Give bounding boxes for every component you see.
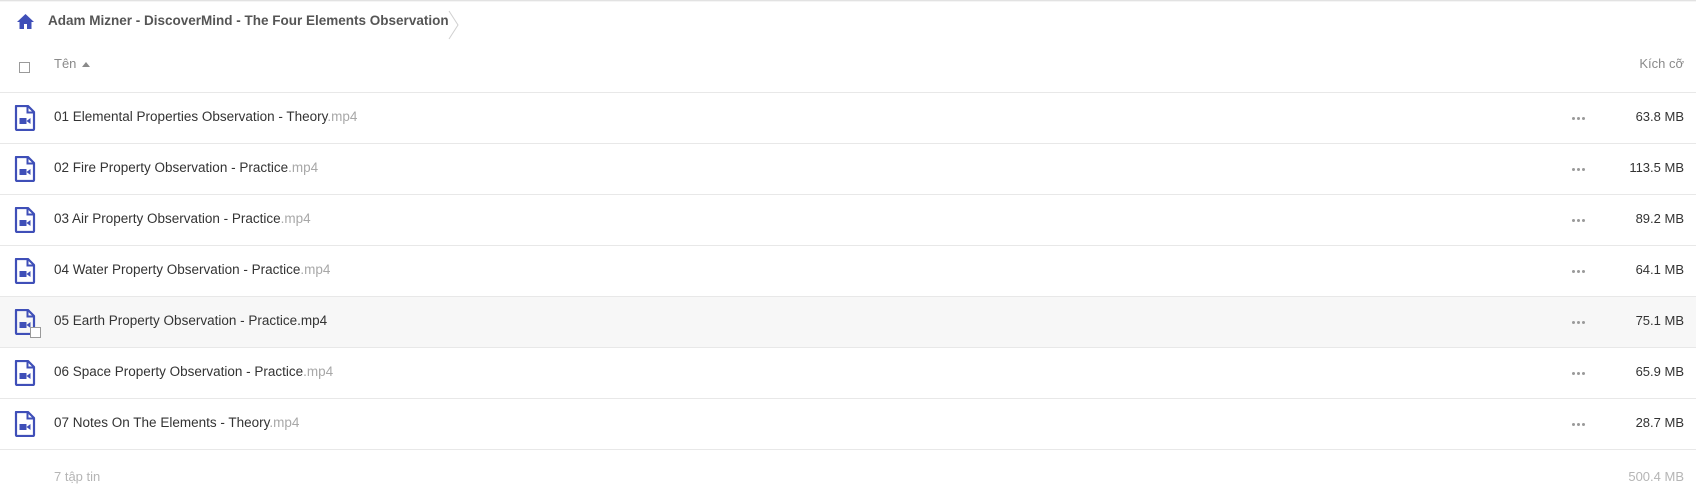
sort-ascending-icon — [82, 61, 91, 67]
file-row[interactable]: 02 Fire Property Observation - Practice.… — [0, 144, 1696, 195]
more-options-icon[interactable] — [1567, 162, 1589, 176]
home-icon[interactable] — [16, 13, 35, 30]
more-options-icon[interactable] — [1567, 111, 1589, 125]
file-size: 28.7 MB — [1635, 415, 1684, 430]
more-options-icon[interactable] — [1567, 417, 1589, 431]
column-header-name-label: Tên — [54, 56, 77, 71]
file-list: 01 Elemental Properties Observation - Th… — [0, 93, 1696, 450]
file-row[interactable]: 01 Elemental Properties Observation - Th… — [0, 93, 1696, 144]
video-file-icon — [14, 411, 36, 437]
column-header-name[interactable]: Tên — [54, 56, 91, 71]
file-name[interactable]: 04 Water Property Observation - Practice… — [54, 262, 330, 277]
file-name[interactable]: 06 Space Property Observation - Practice… — [54, 364, 333, 379]
file-count: 7 tập tin — [54, 469, 101, 484]
file-extension: .mp4 — [297, 313, 328, 328]
file-row[interactable]: 05 Earth Property Observation - Practice… — [0, 297, 1696, 348]
file-extension: .mp4 — [327, 109, 358, 124]
total-size: 500.4 MB — [1628, 469, 1684, 484]
breadcrumb: Adam Mizner - DiscoverMind - The Four El… — [0, 0, 1696, 46]
video-file-icon — [14, 258, 36, 284]
file-name[interactable]: 07 Notes On The Elements - Theory.mp4 — [54, 415, 299, 430]
select-all-checkbox[interactable] — [19, 62, 30, 73]
file-extension: .mp4 — [303, 364, 334, 379]
file-name-base: 02 Fire Property Observation - Practice — [54, 160, 289, 175]
file-row[interactable]: 06 Space Property Observation - Practice… — [0, 348, 1696, 399]
column-header-size[interactable]: Kích cỡ — [1639, 56, 1684, 71]
breadcrumb-folder[interactable]: Adam Mizner - DiscoverMind - The Four El… — [48, 13, 449, 28]
more-options-icon[interactable] — [1567, 315, 1589, 329]
breadcrumb-chevron-icon — [448, 10, 459, 40]
file-name[interactable]: 05 Earth Property Observation - Practice… — [54, 313, 327, 328]
file-name[interactable]: 01 Elemental Properties Observation - Th… — [54, 109, 357, 124]
file-extension: .mp4 — [300, 262, 331, 277]
file-size: 63.8 MB — [1635, 109, 1684, 124]
file-name-base: 05 Earth Property Observation - Practice — [54, 313, 298, 328]
video-file-icon — [14, 360, 36, 386]
file-name-base: 04 Water Property Observation - Practice — [54, 262, 301, 277]
list-footer: 7 tập tin 500.4 MB — [0, 464, 1696, 494]
video-file-icon — [14, 156, 36, 182]
more-options-icon[interactable] — [1567, 264, 1589, 278]
file-name[interactable]: 03 Air Property Observation - Practice.m… — [54, 211, 311, 226]
row-checkbox[interactable] — [30, 327, 41, 338]
more-options-icon[interactable] — [1567, 366, 1589, 380]
video-file-icon — [14, 207, 36, 233]
file-row[interactable]: 07 Notes On The Elements - Theory.mp4 28.… — [0, 399, 1696, 450]
more-options-icon[interactable] — [1567, 213, 1589, 227]
file-size: 89.2 MB — [1635, 211, 1684, 226]
file-name-base: 03 Air Property Observation - Practice — [54, 211, 281, 226]
file-size: 113.5 MB — [1629, 160, 1684, 175]
file-size: 75.1 MB — [1635, 313, 1684, 328]
file-size: 64.1 MB — [1635, 262, 1684, 277]
file-name-base: 01 Elemental Properties Observation - Th… — [54, 109, 328, 124]
file-name-base: 07 Notes On The Elements - Theory — [54, 415, 270, 430]
file-extension: .mp4 — [269, 415, 300, 430]
table-header: Tên Kích cỡ — [0, 46, 1696, 93]
file-row[interactable]: 03 Air Property Observation - Practice.m… — [0, 195, 1696, 246]
file-size: 65.9 MB — [1635, 364, 1684, 379]
file-name[interactable]: 02 Fire Property Observation - Practice.… — [54, 160, 318, 175]
file-extension: .mp4 — [288, 160, 319, 175]
file-name-base: 06 Space Property Observation - Practice — [54, 364, 304, 379]
file-row[interactable]: 04 Water Property Observation - Practice… — [0, 246, 1696, 297]
file-extension: .mp4 — [280, 211, 311, 226]
video-file-icon — [14, 105, 36, 131]
